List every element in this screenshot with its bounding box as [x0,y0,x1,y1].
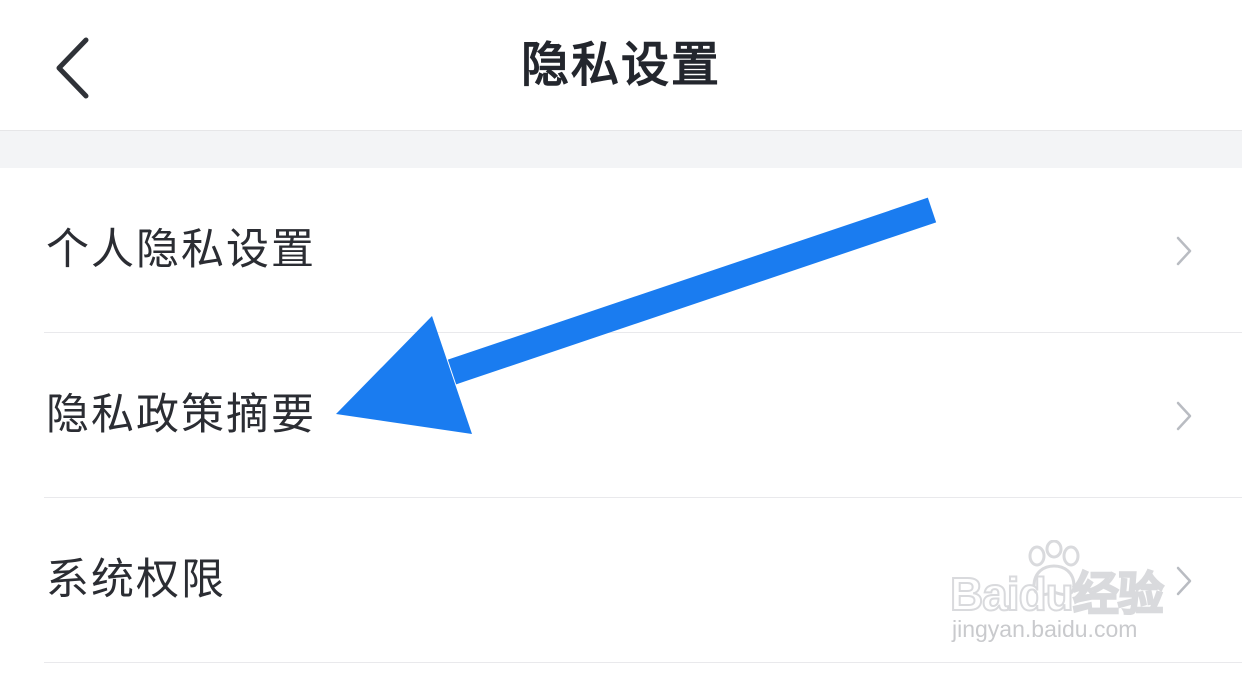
menu-item-personal-privacy[interactable]: 个人隐私设置 [0,168,1242,333]
settings-list: 个人隐私设置 隐私政策摘要 系统权限 [0,168,1242,663]
menu-item-label: 个人隐私设置 [46,225,316,275]
section-separator [0,131,1242,168]
row-divider [44,662,1242,663]
chevron-right-icon [1172,399,1196,433]
menu-item-label: 系统权限 [46,555,226,605]
chevron-right-icon [1172,564,1196,598]
nav-bar: 隐私设置 [0,0,1242,131]
privacy-settings-screen: 隐私设置 个人隐私设置 隐私政策摘要 系统权限 Baidu经验 jingyan.… [0,0,1242,677]
menu-item-label: 隐私政策摘要 [46,390,316,440]
menu-item-privacy-policy-summary[interactable]: 隐私政策摘要 [0,333,1242,498]
menu-item-system-permissions[interactable]: 系统权限 [0,498,1242,663]
page-title: 隐私设置 [520,37,721,93]
chevron-right-icon [1172,234,1196,268]
